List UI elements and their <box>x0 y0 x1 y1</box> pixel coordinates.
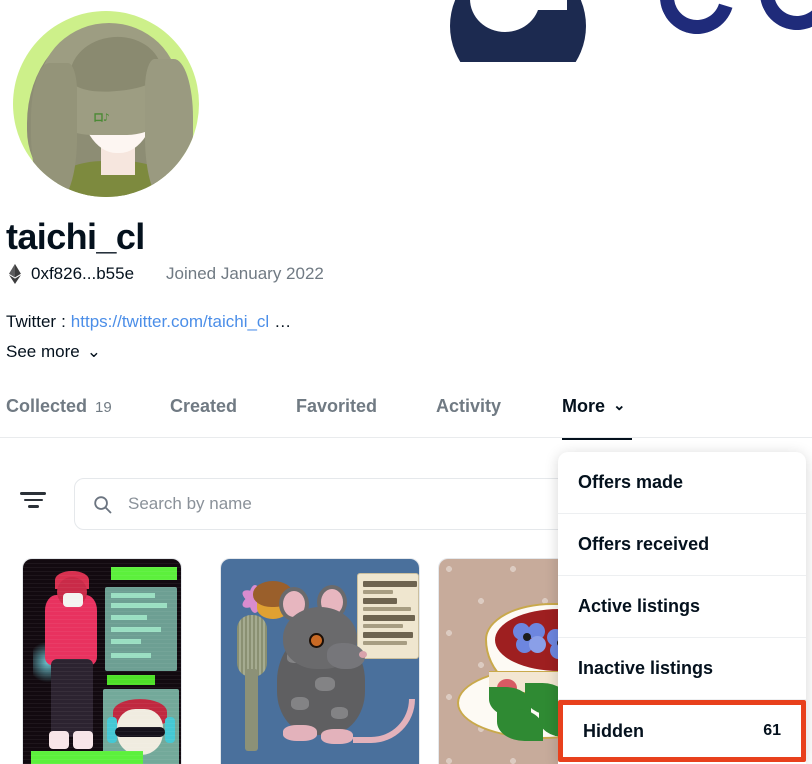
tab-favorited[interactable]: Favorited <box>296 396 377 438</box>
tab-bar: Collected 19 Created Favorited Activity … <box>0 396 812 440</box>
joined-date: Joined January 2022 <box>166 264 324 283</box>
avatar-image: ロ♪ <box>13 11 199 197</box>
tab-created-label: Created <box>170 396 238 416</box>
logo-arc-one-icon <box>646 0 748 48</box>
tab-collected-count: 19 <box>95 399 112 416</box>
menu-item-label: Inactive listings <box>578 658 714 678</box>
tab-bar-divider <box>0 437 812 438</box>
logo-letter-l-foot <box>505 0 567 10</box>
nft-card-rat[interactable] <box>220 558 420 764</box>
menu-item-label: Active listings <box>578 596 701 616</box>
menu-item-active-listings[interactable]: Active listings <box>558 576 806 638</box>
social-ellipsis: … <box>274 312 292 331</box>
tab-more[interactable]: More ⌄ <box>562 396 632 440</box>
tab-collected-label: Collected <box>6 396 88 416</box>
filter-icon[interactable] <box>20 492 46 514</box>
profile-page: ロ♪ taichi_cl 0xf826...b55e Joined Januar… <box>0 0 812 764</box>
nft-artwork <box>23 559 181 764</box>
menu-item-offers-received[interactable]: Offers received <box>558 514 806 576</box>
menu-item-inactive-listings[interactable]: Inactive listings <box>558 638 806 700</box>
menu-item-hidden[interactable]: Hidden 61 <box>558 700 806 762</box>
menu-item-label: Offers received <box>578 534 710 554</box>
avatar-hair-side-right <box>145 59 193 197</box>
avatar[interactable]: ロ♪ <box>8 6 204 202</box>
social-colon: : <box>61 312 66 331</box>
tab-favorited-label: Favorited <box>296 396 378 416</box>
avatar-cheek-mark: ロ♪ <box>93 111 110 124</box>
chevron-down-icon: ⌄ <box>86 342 101 361</box>
menu-item-count: 61 <box>763 722 781 739</box>
tab-activity[interactable]: Activity <box>436 396 501 438</box>
tab-more-label: More <box>562 396 606 416</box>
menu-item-label: Hidden <box>583 720 644 741</box>
tab-created[interactable]: Created <box>170 396 237 438</box>
chevron-down-icon: ⌄ <box>613 397 626 414</box>
ethereum-icon <box>9 264 21 284</box>
menu-item-label: Offers made <box>578 472 684 492</box>
profile-meta: 0xf826...b55e Joined January 2022 <box>8 264 324 284</box>
logo-arc-two-icon <box>746 0 812 44</box>
more-dropdown-menu: Offers made Offers received Active listi… <box>558 452 806 764</box>
social-row: Twitter : https://twitter.com/taichi_cl … <box>6 312 291 332</box>
menu-item-offers-made[interactable]: Offers made <box>558 452 806 514</box>
tab-collected[interactable]: Collected 19 <box>6 396 112 438</box>
see-more-label: See more <box>6 342 80 361</box>
page-title: taichi_cl <box>6 216 145 257</box>
nft-artwork <box>221 559 419 764</box>
see-more-button[interactable]: See more ⌄ <box>6 342 101 362</box>
nft-card-cyberpunk[interactable] <box>22 558 182 764</box>
wallet-address[interactable]: 0xf826...b55e <box>31 264 134 284</box>
search-input[interactable] <box>128 494 625 514</box>
social-label: Twitter <box>6 312 57 331</box>
tab-activity-label: Activity <box>436 396 502 416</box>
search-icon <box>94 495 112 513</box>
avatar-hair-side-left <box>31 63 77 197</box>
twitter-link[interactable]: https://twitter.com/taichi_cl <box>71 312 269 332</box>
